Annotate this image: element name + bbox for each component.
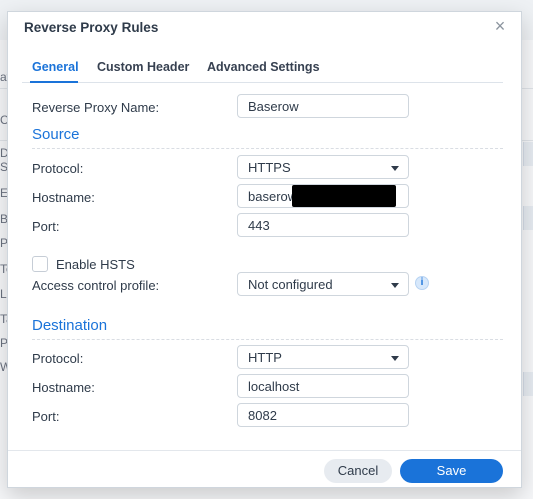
chevron-down-icon: [391, 356, 399, 361]
destination-protocol-label: Protocol:: [32, 351, 84, 366]
source-hostname-input[interactable]: baserow: [237, 184, 409, 208]
reverse-proxy-dialog: Reverse Proxy Rules × General Custom Hea…: [7, 11, 522, 488]
reverse-proxy-name-value: Baserow: [248, 99, 299, 114]
access-control-row: Access control profile: Not configured: [32, 272, 521, 298]
source-section-title: Source: [32, 126, 80, 143]
source-divider: [32, 148, 503, 149]
cancel-button[interactable]: Cancel: [324, 459, 392, 483]
destination-port-input[interactable]: 8082: [237, 403, 409, 427]
tab-custom-header[interactable]: Custom Header: [97, 60, 189, 74]
save-button[interactable]: Save: [400, 459, 503, 483]
source-port-input[interactable]: 443: [237, 213, 409, 237]
source-protocol-select[interactable]: HTTPS: [237, 155, 409, 179]
enable-hsts-label[interactable]: Enable HSTS: [56, 257, 135, 272]
reverse-proxy-name-input[interactable]: Baserow: [237, 94, 409, 118]
reverse-proxy-name-label: Reverse Proxy Name:: [32, 100, 160, 115]
source-port-row: Port: 443: [32, 213, 521, 239]
destination-hostname-label: Hostname:: [32, 380, 95, 395]
tab-general[interactable]: General: [32, 60, 79, 74]
tab-bar: General Custom Header Advanced Settings: [22, 53, 503, 83]
chevron-down-icon: [391, 166, 399, 171]
source-hostname-row: Hostname: baserow: [32, 184, 521, 210]
source-port-value: 443: [248, 218, 270, 233]
dialog-title: Reverse Proxy Rules: [24, 20, 159, 35]
destination-hostname-value: localhost: [248, 379, 300, 394]
source-protocol-row: Protocol: HTTPS: [32, 155, 521, 181]
info-icon[interactable]: i: [415, 276, 429, 290]
source-hostname-label: Hostname:: [32, 190, 95, 205]
destination-protocol-select[interactable]: HTTP: [237, 345, 409, 369]
reverse-proxy-name-row: Reverse Proxy Name: Baserow: [32, 94, 521, 120]
tab-advanced-settings[interactable]: Advanced Settings: [207, 60, 320, 74]
access-control-select[interactable]: Not configured: [237, 272, 409, 296]
chevron-down-icon: [391, 283, 399, 288]
enable-hsts-checkbox[interactable]: [32, 256, 48, 272]
background-scroll-handle: [523, 206, 533, 230]
access-control-value: Not configured: [248, 277, 333, 292]
source-protocol-label: Protocol:: [32, 161, 84, 176]
destination-divider: [32, 339, 503, 340]
destination-hostname-input[interactable]: localhost: [237, 374, 409, 398]
destination-section-title: Destination: [32, 317, 108, 334]
redaction-block: [292, 185, 396, 207]
footer-divider: [8, 450, 521, 451]
destination-hostname-row: Hostname: localhost: [32, 374, 521, 400]
destination-port-label: Port:: [32, 409, 60, 424]
active-tab-indicator: [30, 81, 78, 83]
destination-port-value: 8082: [248, 408, 277, 423]
access-control-label: Access control profile:: [32, 278, 160, 293]
source-protocol-value: HTTPS: [248, 160, 291, 175]
destination-protocol-row: Protocol: HTTP: [32, 345, 521, 371]
destination-protocol-value: HTTP: [248, 350, 282, 365]
background-scroll-handle: [523, 372, 533, 396]
source-port-label: Port:: [32, 219, 60, 234]
destination-port-row: Port: 8082: [32, 403, 521, 429]
close-icon[interactable]: ×: [491, 17, 509, 35]
source-hostname-value: baserow: [248, 189, 298, 204]
background-scroll-handle: [523, 142, 533, 166]
